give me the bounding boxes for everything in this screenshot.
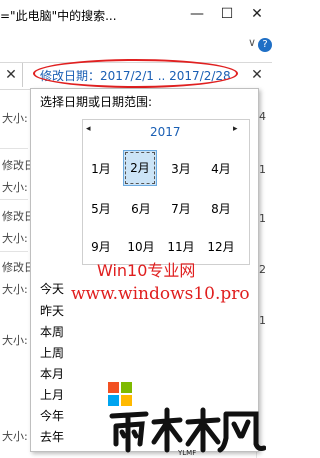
help-icon[interactable]: ? — [258, 38, 272, 52]
ribbon-toggle-icon[interactable]: ∨ — [248, 36, 256, 49]
logo-square-green — [121, 382, 132, 393]
previous-year-icon[interactable]: ◂ — [86, 124, 91, 134]
window-title: ="此电脑"中的搜索... — [0, 9, 117, 23]
close-button[interactable]: ✕ — [242, 0, 272, 30]
watermark-url: www.windows10.pro — [71, 284, 250, 304]
logo-subtext: YLMF — [177, 449, 196, 456]
list-item: 2 — [259, 263, 266, 276]
next-year-icon[interactable]: ▸ — [233, 124, 238, 134]
list-item: 1 — [259, 212, 266, 225]
close-pane-icon[interactable]: ✕ — [0, 63, 23, 87]
list-item: 1 — [259, 163, 266, 176]
logo-square-blue — [108, 395, 119, 406]
month-may[interactable]: 5月 — [86, 198, 116, 220]
preset-last-month[interactable]: 上月 — [40, 386, 64, 403]
list-item: 1 — [259, 314, 266, 327]
preset-last-year[interactable]: 去年 — [40, 428, 64, 445]
minimize-button[interactable]: — — [182, 0, 212, 30]
preset-last-week[interactable]: 上周 — [40, 344, 64, 361]
month-sep[interactable]: 9月 — [86, 236, 116, 258]
watermark-title: Win10专业网 — [97, 261, 196, 280]
month-nov[interactable]: 11月 — [166, 236, 196, 258]
month-jan[interactable]: 1月 — [86, 158, 116, 180]
month-feb-selected[interactable]: 2月 — [123, 150, 157, 186]
logo-brush-strokes — [109, 407, 266, 453]
preset-today[interactable]: 今天 — [40, 280, 64, 297]
month-jul[interactable]: 7月 — [166, 198, 196, 220]
preset-this-week[interactable]: 本周 — [40, 323, 64, 340]
year-header[interactable]: 2017 — [150, 125, 181, 139]
logo-square-yellow — [121, 395, 132, 406]
preset-this-year[interactable]: 今年 — [40, 407, 64, 424]
preset-yesterday[interactable]: 昨天 — [40, 302, 64, 319]
date-range-label: 选择日期或日期范围: — [40, 95, 153, 109]
month-jun[interactable]: 6月 — [126, 198, 156, 220]
clear-search-icon[interactable]: ✕ — [244, 63, 270, 87]
month-dec[interactable]: 12月 — [206, 236, 236, 258]
ylmf-logo: YLMF — [108, 382, 266, 456]
divider — [0, 251, 28, 252]
divider — [0, 148, 28, 149]
preset-this-month[interactable]: 本月 — [40, 365, 64, 382]
logo-square-red — [108, 382, 119, 393]
maximize-button[interactable]: ☐ — [212, 0, 242, 30]
list-item: 4 — [259, 110, 266, 123]
divider — [0, 199, 28, 200]
highlight-oval — [33, 59, 238, 88]
month-apr[interactable]: 4月 — [206, 158, 236, 180]
month-aug[interactable]: 8月 — [206, 198, 236, 220]
month-mar[interactable]: 3月 — [166, 158, 196, 180]
month-oct[interactable]: 10月 — [126, 236, 156, 258]
